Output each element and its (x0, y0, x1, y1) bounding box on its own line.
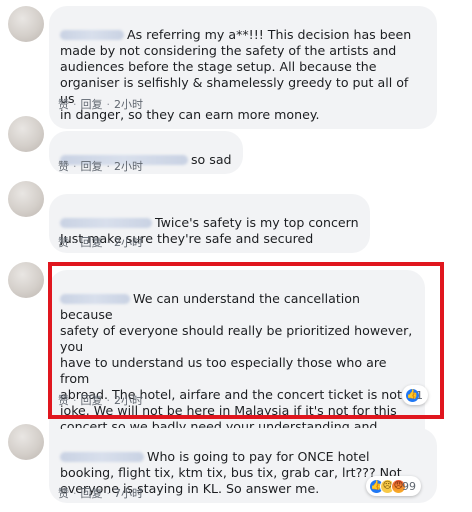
timestamp[interactable]: 7小时 (114, 487, 143, 500)
reply-button[interactable]: 回复 (81, 98, 103, 111)
timestamp[interactable]: 2小时 (114, 160, 143, 173)
comment-actions: 赞 · 回复 · 2小时 (58, 394, 143, 407)
avatar[interactable] (8, 424, 44, 460)
redacted-username[interactable] (60, 294, 130, 304)
timestamp[interactable]: 2小时 (114, 236, 143, 249)
comment-actions: 赞 · 回复 · 7小时 (58, 487, 143, 500)
reaction-count: 1 (416, 388, 423, 402)
reply-button[interactable]: 回复 (81, 487, 103, 500)
reply-button[interactable]: 回复 (81, 160, 103, 173)
avatar[interactable] (8, 6, 44, 42)
timestamp[interactable]: 2小时 (114, 394, 143, 407)
avatar[interactable] (8, 262, 44, 298)
reaction-summary[interactable]: 👍 1 (402, 385, 428, 405)
comment-actions: 赞 · 回复 · 2小时 (58, 98, 143, 111)
redacted-username[interactable] (60, 218, 152, 228)
comment-actions: 赞 · 回复 · 2小时 (58, 160, 143, 173)
like-button[interactable]: 赞 (58, 394, 69, 407)
like-button[interactable]: 赞 (58, 236, 69, 249)
timestamp[interactable]: 2小时 (114, 98, 143, 111)
reply-button[interactable]: 回复 (81, 394, 103, 407)
like-button[interactable]: 赞 (58, 160, 69, 173)
reply-button[interactable]: 回复 (81, 236, 103, 249)
reaction-count: 99 (402, 479, 416, 493)
redacted-username[interactable] (60, 452, 144, 462)
avatar[interactable] (8, 181, 44, 217)
comment-text: so sad (191, 152, 232, 167)
avatar[interactable] (8, 116, 44, 152)
like-button[interactable]: 赞 (58, 98, 69, 111)
reaction-summary[interactable]: 👍 ☹ 😠 99 (366, 476, 421, 496)
redacted-username[interactable] (60, 30, 124, 40)
comment-actions: 赞 · 回复 · 2小时 (58, 236, 143, 249)
like-button[interactable]: 赞 (58, 487, 69, 500)
